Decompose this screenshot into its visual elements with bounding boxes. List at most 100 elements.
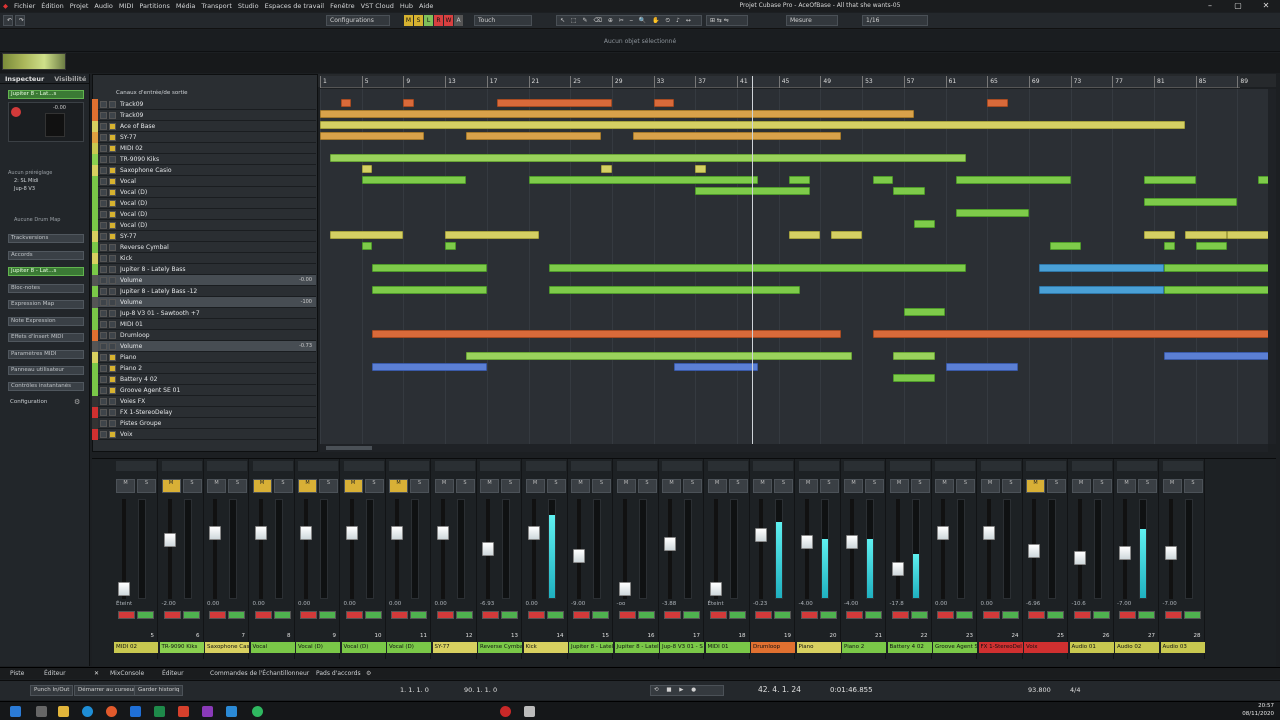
channel-mute-button[interactable]: M: [571, 479, 590, 493]
channel-ms-buttons[interactable]: MS: [571, 479, 611, 493]
channel-name[interactable]: Vocal: [250, 642, 295, 653]
channel-header[interactable]: [116, 461, 156, 471]
track-solo-button[interactable]: [109, 177, 116, 185]
read-button[interactable]: [254, 611, 272, 619]
menu-item-13[interactable]: Aide: [416, 2, 436, 10]
write-button[interactable]: [364, 611, 382, 619]
channel-name[interactable]: Saxophone Cas: [205, 642, 249, 653]
midi-input-field[interactable]: 2: SL Midi: [14, 178, 38, 184]
channel-name[interactable]: Vocal (D): [341, 642, 386, 653]
channel-fader-cap[interactable]: [254, 526, 267, 540]
mixer-channel[interactable]: M S -6.96 25 Voix: [1024, 459, 1068, 659]
channel-mute-button[interactable]: M: [161, 479, 181, 493]
track-solo-button[interactable]: [109, 199, 116, 207]
tab-sampler-control[interactable]: Commandes de l'Échantillonneur: [210, 668, 309, 680]
channel-rw-buttons[interactable]: [618, 611, 655, 619]
channel-volume-value[interactable]: -oo: [617, 601, 657, 607]
channel-fader-track[interactable]: [440, 499, 445, 599]
channel-header[interactable]: [844, 461, 884, 471]
channel-rw-buttons[interactable]: [391, 611, 427, 619]
mixer-channel[interactable]: M S 0.00 8 Vocal: [250, 459, 295, 659]
event-part[interactable]: [955, 176, 1071, 184]
channel-name[interactable]: Reverse Cymba: [478, 642, 522, 653]
automation-toggle[interactable]: A: [454, 15, 463, 26]
channel-fader-track[interactable]: [258, 499, 263, 599]
channel-rw-buttons[interactable]: [163, 611, 200, 619]
channel-ms-buttons[interactable]: MS: [207, 479, 247, 493]
event-part[interactable]: [549, 264, 967, 272]
app-icon[interactable]: ◆: [0, 2, 11, 10]
write-button[interactable]: [546, 611, 564, 619]
event-part[interactable]: [445, 242, 456, 250]
menu-item-6[interactable]: Média: [173, 2, 199, 10]
channel-volume-value[interactable]: -9.00: [571, 601, 611, 607]
channel-ms-buttons[interactable]: MS: [1162, 479, 1203, 493]
vertical-scrollbar[interactable]: [1268, 89, 1276, 444]
channel-rw-buttons[interactable]: [755, 611, 791, 619]
channel-rw-buttons[interactable]: [436, 611, 473, 619]
event-part[interactable]: [1195, 242, 1227, 250]
menu-item-3[interactable]: Audio: [91, 2, 115, 10]
channel-fader-cap[interactable]: [345, 526, 358, 540]
mixer-channel[interactable]: M S -2.00 6 TR-9090 Kiks: [159, 459, 204, 659]
channel-ms-buttons[interactable]: MS: [980, 479, 1021, 493]
channel-volume-value[interactable]: 0.00: [207, 601, 247, 607]
channel-rw-buttons[interactable]: [891, 611, 928, 619]
channel-name[interactable]: Vocal (D): [296, 642, 340, 653]
preset-field[interactable]: Aucun préréglage: [8, 170, 84, 176]
track-solo-button[interactable]: [109, 232, 116, 240]
channel-volume-value[interactable]: 0.00: [981, 601, 1021, 607]
track-solo-button[interactable]: [109, 188, 116, 196]
channel-name[interactable]: Vocal (D): [387, 642, 431, 653]
track-solo-button[interactable]: [109, 166, 116, 174]
track-row[interactable]: Voix: [92, 428, 316, 440]
event-part[interactable]: [789, 231, 821, 239]
signature-display[interactable]: 4/4: [1070, 684, 1080, 696]
channel-mute-button[interactable]: M: [480, 479, 499, 493]
track-solo-button[interactable]: [109, 331, 116, 339]
channel-header[interactable]: [525, 461, 566, 471]
track-row[interactable]: Pistes Groupe: [92, 417, 316, 429]
event-part[interactable]: [528, 176, 758, 184]
track-solo-button[interactable]: [109, 430, 116, 438]
read-button[interactable]: [755, 611, 772, 619]
section-note-expression[interactable]: Note Expression: [8, 317, 84, 326]
track-mute-button[interactable]: [100, 342, 107, 350]
read-toggle[interactable]: R: [434, 15, 443, 26]
channel-header[interactable]: [1026, 461, 1066, 471]
channel-solo-button[interactable]: S: [455, 479, 475, 493]
section-midi-inserts[interactable]: Effets d'Insert MIDI: [8, 333, 84, 342]
channel-rw-buttons[interactable]: [1028, 611, 1064, 619]
read-button[interactable]: [163, 611, 181, 619]
track-row[interactable]: Battery 4 02: [92, 373, 316, 385]
section-trackversions[interactable]: Trackversions: [8, 234, 84, 243]
tab-lower-editor[interactable]: Éditeur: [162, 668, 184, 680]
automation-value[interactable]: -0.73: [299, 343, 312, 349]
channel-name[interactable]: Piano 2: [842, 642, 886, 653]
track-row[interactable]: Vocal (D): [92, 186, 316, 198]
channel-rw-buttons[interactable]: [846, 611, 882, 619]
track-mute-button[interactable]: [100, 155, 107, 163]
write-button[interactable]: [455, 611, 473, 619]
channel-solo-button[interactable]: S: [228, 479, 247, 493]
file-explorer-icon[interactable]: [58, 706, 69, 717]
event-part[interactable]: [1039, 286, 1165, 294]
channel-name[interactable]: Jup-8 V3 01 - S: [660, 642, 704, 653]
channel-fader-track[interactable]: [531, 499, 536, 599]
write-button[interactable]: [1047, 611, 1064, 619]
channel-name[interactable]: SY-77: [432, 642, 477, 653]
automation-value[interactable]: -0.00: [299, 277, 312, 283]
channel-name[interactable]: Audio 01: [1069, 642, 1114, 653]
write-button[interactable]: [1183, 611, 1201, 619]
channel-ms-buttons[interactable]: MS: [1071, 479, 1112, 493]
horizontal-scrollbar[interactable]: [320, 444, 1268, 452]
mixer-channel[interactable]: M S -7.00 27 Audio 02: [1115, 459, 1159, 659]
channel-header[interactable]: [753, 461, 793, 471]
onenote-icon[interactable]: [202, 706, 213, 717]
channel-fader-track[interactable]: [304, 499, 308, 599]
track-mute-button[interactable]: [100, 375, 107, 383]
channel-mute-button[interactable]: M: [343, 479, 363, 493]
track-mute-button[interactable]: [100, 287, 107, 295]
outlook-icon[interactable]: [226, 706, 237, 717]
section-track-instrument[interactable]: Jupiter 8 - Lat...s: [8, 267, 84, 276]
